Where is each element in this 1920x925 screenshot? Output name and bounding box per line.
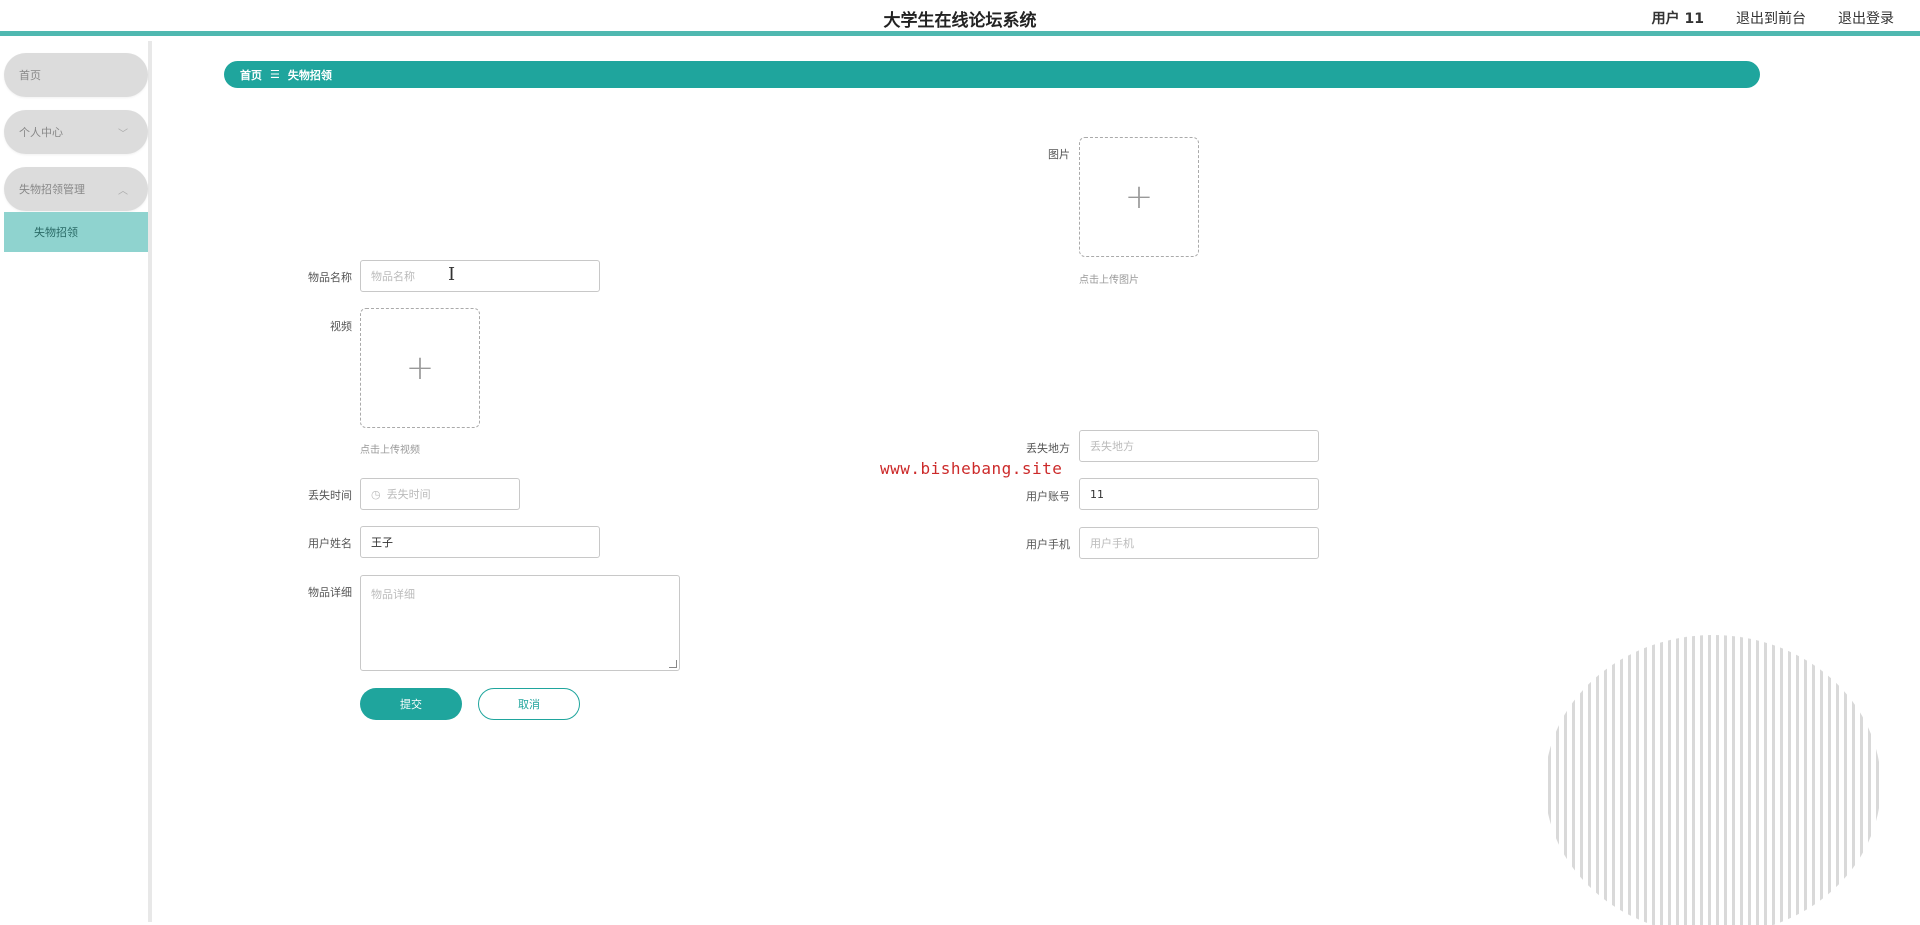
item-name-input[interactable]: 物品名称 xyxy=(360,260,600,292)
sidebar-item-label: 失物招领管理 xyxy=(19,183,85,196)
back-to-front-link[interactable]: 退出到前台 xyxy=(1736,8,1806,28)
sidebar-item-label: 首页 xyxy=(19,69,41,82)
resize-handle-icon[interactable] xyxy=(669,660,677,668)
decorative-striped-circle xyxy=(1545,635,1880,925)
plus-icon: + xyxy=(405,348,435,388)
lost-time-label: 丢失时间 xyxy=(308,489,352,502)
sidebar-item-personal-center[interactable]: 个人中心 ﹀ xyxy=(4,110,148,154)
image-upload-hint: 点击上传图片 xyxy=(1079,275,1139,286)
chevron-down-icon: ﹀ xyxy=(118,128,128,140)
menu-icon: ☰ xyxy=(270,68,280,81)
watermark-text: www.bishebang.site xyxy=(880,459,1063,478)
video-upload-hint: 点击上传视频 xyxy=(360,445,420,456)
lost-place-label: 丢失地方 xyxy=(1026,442,1070,455)
sidebar-item-label: 个人中心 xyxy=(19,126,63,139)
logout-link[interactable]: 退出登录 xyxy=(1838,8,1894,28)
top-header: 大学生在线论坛系统 用户 11 退出到前台 退出登录 xyxy=(0,0,1920,36)
user-account-input[interactable]: 11 xyxy=(1079,478,1319,510)
video-label: 视频 xyxy=(330,320,352,333)
breadcrumb: 首页 ☰ 失物招领 xyxy=(224,61,1760,88)
lost-place-input[interactable]: 丢失地方 xyxy=(1079,430,1319,462)
item-detail-label: 物品详细 xyxy=(308,586,352,599)
image-upload[interactable]: + xyxy=(1079,137,1199,257)
sidebar-item-home[interactable]: 首页 xyxy=(4,53,148,97)
item-name-label: 物品名称 xyxy=(308,271,352,284)
user-account-label: 用户账号 xyxy=(1026,490,1070,503)
user-phone-input[interactable]: 用户手机 xyxy=(1079,527,1319,559)
sidebar-item-lost-found-management[interactable]: 失物招领管理 ︿ xyxy=(4,167,148,211)
breadcrumb-current: 失物招领 xyxy=(287,68,332,82)
lost-time-input[interactable]: ◷ 丢失时间 xyxy=(360,478,520,510)
app-title: 大学生在线论坛系统 xyxy=(883,11,1037,31)
text-cursor-icon: I xyxy=(448,264,456,285)
item-detail-placeholder: 物品详细 xyxy=(371,588,415,601)
lost-time-placeholder: 丢失时间 xyxy=(386,488,431,501)
current-user[interactable]: 用户 11 xyxy=(1652,8,1704,28)
plus-icon: + xyxy=(1124,177,1154,217)
cancel-button[interactable]: 取消 xyxy=(478,688,580,720)
breadcrumb-home[interactable]: 首页 xyxy=(240,67,262,83)
chevron-up-icon: ︿ xyxy=(118,185,128,197)
user-name-label: 用户姓名 xyxy=(308,537,352,550)
clock-icon: ◷ xyxy=(371,487,381,501)
video-upload[interactable]: + xyxy=(360,308,480,428)
sidebar-subitem-lost-found[interactable]: 失物招领 xyxy=(4,212,148,252)
submit-button[interactable]: 提交 xyxy=(360,688,462,720)
sidebar: 首页 个人中心 ﹀ 失物招领管理 ︿ 失物招领 xyxy=(0,41,152,922)
header-actions: 用户 11 退出到前台 退出登录 xyxy=(1652,8,1894,28)
image-label: 图片 xyxy=(1048,148,1070,161)
user-phone-label: 用户手机 xyxy=(1026,538,1070,551)
item-detail-textarea[interactable]: 物品详细 xyxy=(360,575,680,671)
user-name-input[interactable]: 王子 xyxy=(360,526,600,558)
